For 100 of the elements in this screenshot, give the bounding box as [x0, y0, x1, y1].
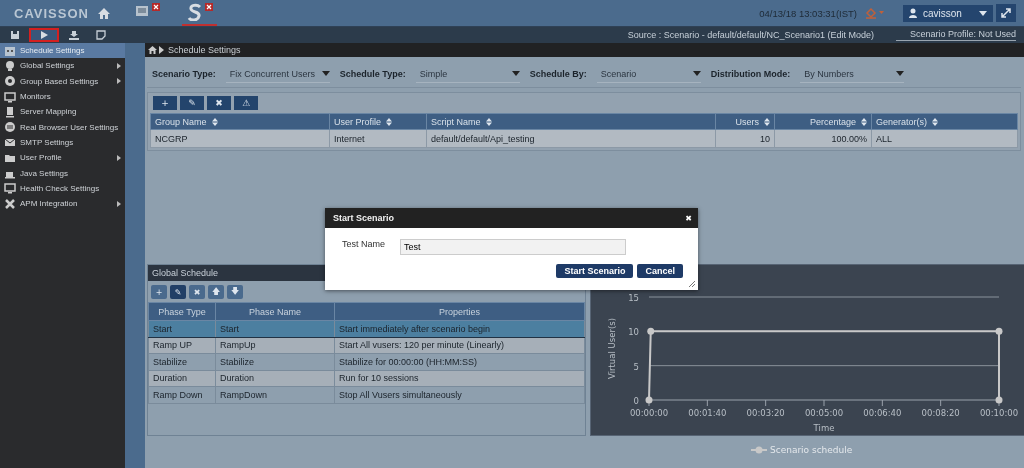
sort-icon	[932, 117, 939, 126]
dropdown[interactable]: Simple	[415, 65, 520, 83]
sidebar-item[interactable]: Global Settings	[0, 58, 125, 74]
dropdown[interactable]: By Numbers	[800, 65, 905, 83]
tick-label: 0	[633, 396, 639, 406]
server-icon	[4, 105, 16, 118]
paint-bucket-icon	[865, 7, 885, 19]
play-icon	[39, 30, 49, 40]
expand-icon	[1001, 8, 1011, 18]
filter-label: Schedule Type:	[339, 69, 406, 79]
mail-icon	[4, 136, 16, 149]
column-header[interactable]: Group Name	[150, 113, 330, 130]
column-header[interactable]: Phase Type	[148, 302, 216, 321]
play-button[interactable]	[29, 28, 59, 42]
download-icon	[68, 30, 79, 40]
tick-label: 00:05:00	[804, 408, 844, 418]
source-text: Source : Scenario - default/default/NC_Scenario1 (Edit Mode)	[627, 30, 874, 40]
s-logo-icon	[185, 2, 204, 21]
app-tab[interactable]	[181, 0, 217, 26]
tick-label: 00:00:00	[629, 408, 669, 418]
sort-icon	[386, 117, 392, 126]
action-button[interactable]: 🡅	[208, 285, 224, 299]
column-header[interactable]: Users	[715, 113, 775, 130]
action-button[interactable]: 🡇	[227, 285, 243, 299]
dialog-button[interactable]: Start Scenario	[556, 264, 634, 278]
action-button[interactable]: ✎	[180, 96, 204, 110]
bulb-icon	[4, 59, 16, 72]
resize-grip-icon	[689, 281, 695, 287]
column-header[interactable]: User Profile	[329, 113, 427, 130]
action-button[interactable]: ✖	[189, 285, 205, 299]
sidebar-item[interactable]: Health Check Settings	[0, 180, 125, 196]
app-logo: CAVISSON	[14, 5, 89, 21]
sidebar-item[interactable]: Schedule Settings	[0, 43, 125, 59]
date-time: 04/13/18 13:03:31(IST)	[759, 7, 857, 19]
data-point	[995, 396, 1003, 404]
chevron-icon	[159, 46, 164, 54]
close-icon	[204, 2, 213, 11]
sort-icon	[211, 117, 218, 126]
sort-icon	[485, 117, 492, 126]
data-point	[645, 396, 653, 404]
column-header[interactable]: Phase Name	[215, 302, 335, 321]
close-icon	[151, 2, 160, 11]
filter-label: Distribution Mode:	[710, 69, 791, 79]
tick-label: 10	[628, 327, 639, 338]
sidebar-item[interactable]: Group Based Settings	[0, 73, 125, 89]
tick-label: 00:03:20	[746, 408, 785, 418]
axis-title: Time	[813, 423, 835, 433]
column-header[interactable]: Percentage	[774, 113, 872, 130]
dialog-button[interactable]: Cancel	[637, 264, 683, 278]
action-button[interactable]: ✖	[207, 96, 231, 110]
test-name-field[interactable]: Test	[400, 239, 626, 255]
tick-label: 00:06:40	[863, 408, 902, 418]
column-header[interactable]: Script Name	[426, 113, 716, 130]
dialog-title: Start Scenario	[333, 213, 395, 223]
tick-label: 00:08:20	[921, 408, 960, 418]
sidebar-item[interactable]: APM Integration	[0, 195, 125, 212]
save-icon	[9, 30, 20, 40]
sort-icon	[764, 117, 770, 126]
action-button[interactable]: ✎	[170, 285, 186, 299]
home-icon	[148, 46, 157, 54]
caret-icon	[896, 71, 905, 76]
user-menu-button[interactable]: cavisson	[903, 4, 993, 22]
axis-title: Virtual User(s)	[607, 318, 617, 379]
gear-icon	[4, 75, 16, 88]
caret-icon	[692, 71, 701, 76]
action-button[interactable]: +	[151, 285, 167, 299]
sidebar-item[interactable]: Java Settings	[0, 165, 125, 181]
sidebar-item[interactable]: SMTP Settings	[0, 134, 125, 151]
column-header[interactable]: Generator(s)	[871, 113, 1018, 130]
tick-label: 00:01:40	[688, 408, 727, 418]
globe-icon	[4, 121, 16, 134]
filter-label: Schedule By:	[529, 69, 587, 79]
data-point	[995, 327, 1003, 335]
column-header[interactable]: Properties	[334, 302, 585, 321]
sidebar-item[interactable]: Server Mapping	[0, 104, 125, 120]
data-point	[647, 327, 655, 335]
note-icon	[95, 30, 106, 40]
calendar-icon	[4, 44, 16, 57]
caret-icon	[979, 10, 987, 16]
caret-icon	[321, 71, 330, 76]
sidebar-item[interactable]: Monitors	[0, 88, 125, 105]
monitor-icon	[4, 182, 16, 195]
field-label: Test Name	[342, 239, 386, 249]
sort-icon	[861, 117, 867, 126]
home-icon	[96, 7, 111, 19]
caret-icon	[511, 71, 520, 76]
tick-label: 5	[633, 361, 639, 372]
dropdown[interactable]: Fix Concurrent Users	[225, 65, 330, 83]
action-button[interactable]: +	[153, 96, 177, 110]
sidebar-item[interactable]: Real Browser User Settings	[0, 119, 125, 135]
monitor-icon	[4, 90, 16, 103]
tick-label: 15	[628, 293, 639, 303]
user-icon	[909, 8, 917, 18]
action-button[interactable]: ⚠	[234, 96, 258, 110]
dropdown[interactable]: Scenario	[596, 65, 701, 83]
fullscreen-button[interactable]	[996, 4, 1016, 22]
scenario-profile-link[interactable]: Scenario Profile: Not Used	[895, 29, 1016, 41]
close-button[interactable]: ✖	[685, 213, 692, 223]
sidebar-item[interactable]: User Profile	[0, 150, 125, 166]
breadcrumb[interactable]: Schedule Settings	[168, 45, 241, 55]
